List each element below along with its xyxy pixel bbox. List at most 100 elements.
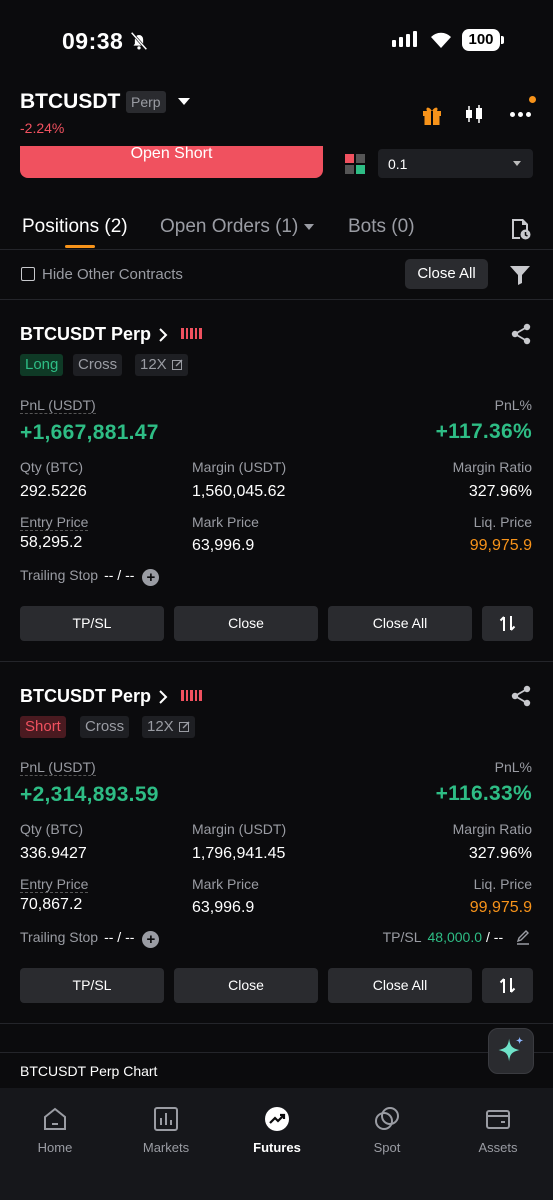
notification-dot (529, 96, 536, 103)
add-trailing-stop-icon[interactable]: + (142, 931, 160, 948)
status-bar: 09:38 100 (0, 0, 553, 80)
pnl-percent-label: PnL% (494, 759, 532, 775)
share-icon[interactable] (510, 685, 532, 707)
margin-label: Margin (USDT) (192, 459, 287, 475)
bottom-nav: Home Markets Futures Spot Assets (0, 1088, 553, 1200)
adl-indicator-icon (181, 328, 202, 339)
pnl-value: +2,314,893.59 (20, 783, 159, 806)
tpsl-summary-label: TP/SL (382, 929, 422, 945)
margin-mode-tag: Cross (80, 716, 130, 738)
gift-icon[interactable] (421, 104, 443, 126)
more-icon[interactable] (510, 112, 532, 118)
mark-price-value: 63,996.9 (192, 899, 255, 916)
share-icon[interactable] (510, 323, 532, 345)
nav-home[interactable]: Home (10, 1106, 100, 1155)
entry-price-label: Entry Price (20, 876, 89, 893)
qty-label: Qty (BTC) (20, 821, 83, 837)
liq-price-label: Liq. Price (473, 514, 532, 530)
position-title[interactable]: BTCUSDT Perp (20, 324, 151, 345)
close-button[interactable]: Close (174, 606, 318, 641)
nav-markets[interactable]: Markets (121, 1106, 211, 1155)
battery-level: 100 (468, 31, 494, 48)
margin-value: 1,560,045.62 (192, 483, 286, 500)
leverage-tag[interactable]: 12X (135, 354, 188, 376)
perp-badge: Perp (126, 91, 166, 113)
chart-strip[interactable]: BTCUSDT Perp Chart (0, 1052, 553, 1088)
leverage-tag[interactable]: 12X (142, 716, 195, 738)
pnl-percent-value: +117.36% (435, 420, 532, 443)
liq-price-value: 99,975.9 (469, 899, 532, 916)
nav-assets[interactable]: Assets (453, 1106, 543, 1155)
bell-muted-icon (130, 31, 148, 51)
tpsl-summary: TP/SL 48,000.0/ -- (383, 929, 531, 945)
close-button[interactable]: Close (174, 968, 318, 1003)
entry-price-label: Entry Price (20, 514, 89, 531)
tpsl-button[interactable]: TP/SL (20, 968, 164, 1003)
position-title[interactable]: BTCUSDT Perp (20, 686, 151, 707)
filter-icon[interactable] (509, 264, 531, 286)
nav-spot-label: Spot (373, 1140, 401, 1155)
markets-icon (154, 1107, 178, 1131)
futures-icon (265, 1107, 289, 1131)
order-book-depth-icon[interactable] (345, 154, 365, 174)
tab-positions[interactable]: Positions (2) (22, 216, 128, 238)
reverse-position-button[interactable] (482, 968, 533, 1003)
leverage-value: 12X (147, 718, 174, 735)
chevron-right-icon[interactable] (158, 690, 168, 704)
close-all-positions-button[interactable]: Close All (405, 259, 488, 289)
nav-futures[interactable]: Futures (232, 1106, 322, 1155)
swap-arrows-icon (499, 616, 516, 631)
nav-spot[interactable]: Spot (342, 1106, 432, 1155)
active-tab-indicator (65, 245, 95, 248)
ai-assistant-button[interactable] (488, 1028, 534, 1074)
tab-bots[interactable]: Bots (0) (348, 216, 415, 238)
positions-tabs: Positions (2) Open Orders (1) Bots (0) (0, 210, 553, 250)
liq-price-value: 99,975.9 (469, 537, 532, 554)
qty-label: Qty (BTC) (20, 459, 83, 475)
add-trailing-stop-icon[interactable]: + (142, 569, 160, 586)
close-all-button[interactable]: Close All (328, 968, 472, 1003)
trailing-stop-value: -- / -- (104, 929, 135, 945)
qty-value: 292.5226 (20, 483, 87, 500)
hide-other-contracts-checkbox[interactable] (21, 267, 35, 281)
assets-icon (486, 1110, 510, 1129)
pnl-label: PnL (USDT) (20, 759, 96, 776)
open-short-button[interactable]: Open Short (20, 146, 323, 178)
margin-value: 1,796,941.45 (192, 845, 286, 862)
reverse-position-button[interactable] (482, 606, 533, 641)
symbol-dropdown-icon[interactable] (178, 98, 190, 105)
tpsl-button[interactable]: TP/SL (20, 606, 164, 641)
chart-title[interactable]: BTCUSDT Perp Chart (20, 1063, 157, 1079)
close-all-button[interactable]: Close All (328, 606, 472, 641)
margin-ratio-label: Margin Ratio (452, 821, 532, 837)
order-history-icon[interactable] (508, 217, 532, 241)
chevron-right-icon[interactable] (158, 328, 168, 342)
hide-other-contracts-label[interactable]: Hide Other Contracts (42, 266, 183, 283)
nav-futures-label: Futures (253, 1140, 301, 1155)
symbol-title[interactable]: BTCUSDT (20, 90, 120, 114)
entry-price-value: 58,295.2 (20, 534, 83, 551)
price-change: -2.24% (20, 120, 65, 136)
wifi-icon (431, 32, 451, 48)
margin-mode-tag: Cross (73, 354, 123, 376)
tab-open-orders[interactable]: Open Orders (1) (160, 216, 315, 238)
edit-tpsl-icon[interactable] (515, 929, 531, 945)
chevron-down-icon (513, 161, 521, 166)
quantity-select[interactable]: 0.1 (378, 149, 533, 178)
mark-price-label: Mark Price (192, 876, 259, 892)
nav-assets-label: Assets (478, 1140, 518, 1155)
sparkle-icon (498, 1036, 524, 1062)
edit-icon (171, 359, 183, 370)
margin-label: Margin (USDT) (192, 821, 287, 837)
mark-price-label: Mark Price (192, 514, 259, 530)
swap-arrows-icon (499, 978, 516, 993)
spot-icon (375, 1107, 399, 1130)
edit-icon (178, 721, 190, 732)
tab-open-orders-label: Open Orders (1) (160, 216, 299, 237)
margin-ratio-value: 327.96% (468, 483, 532, 500)
home-icon (44, 1107, 66, 1130)
battery-icon: 100 (462, 29, 504, 51)
mark-price-value: 63,996.9 (192, 537, 255, 554)
take-profit-value: 48,000.0 (427, 929, 483, 945)
candlestick-icon[interactable] (463, 103, 485, 125)
